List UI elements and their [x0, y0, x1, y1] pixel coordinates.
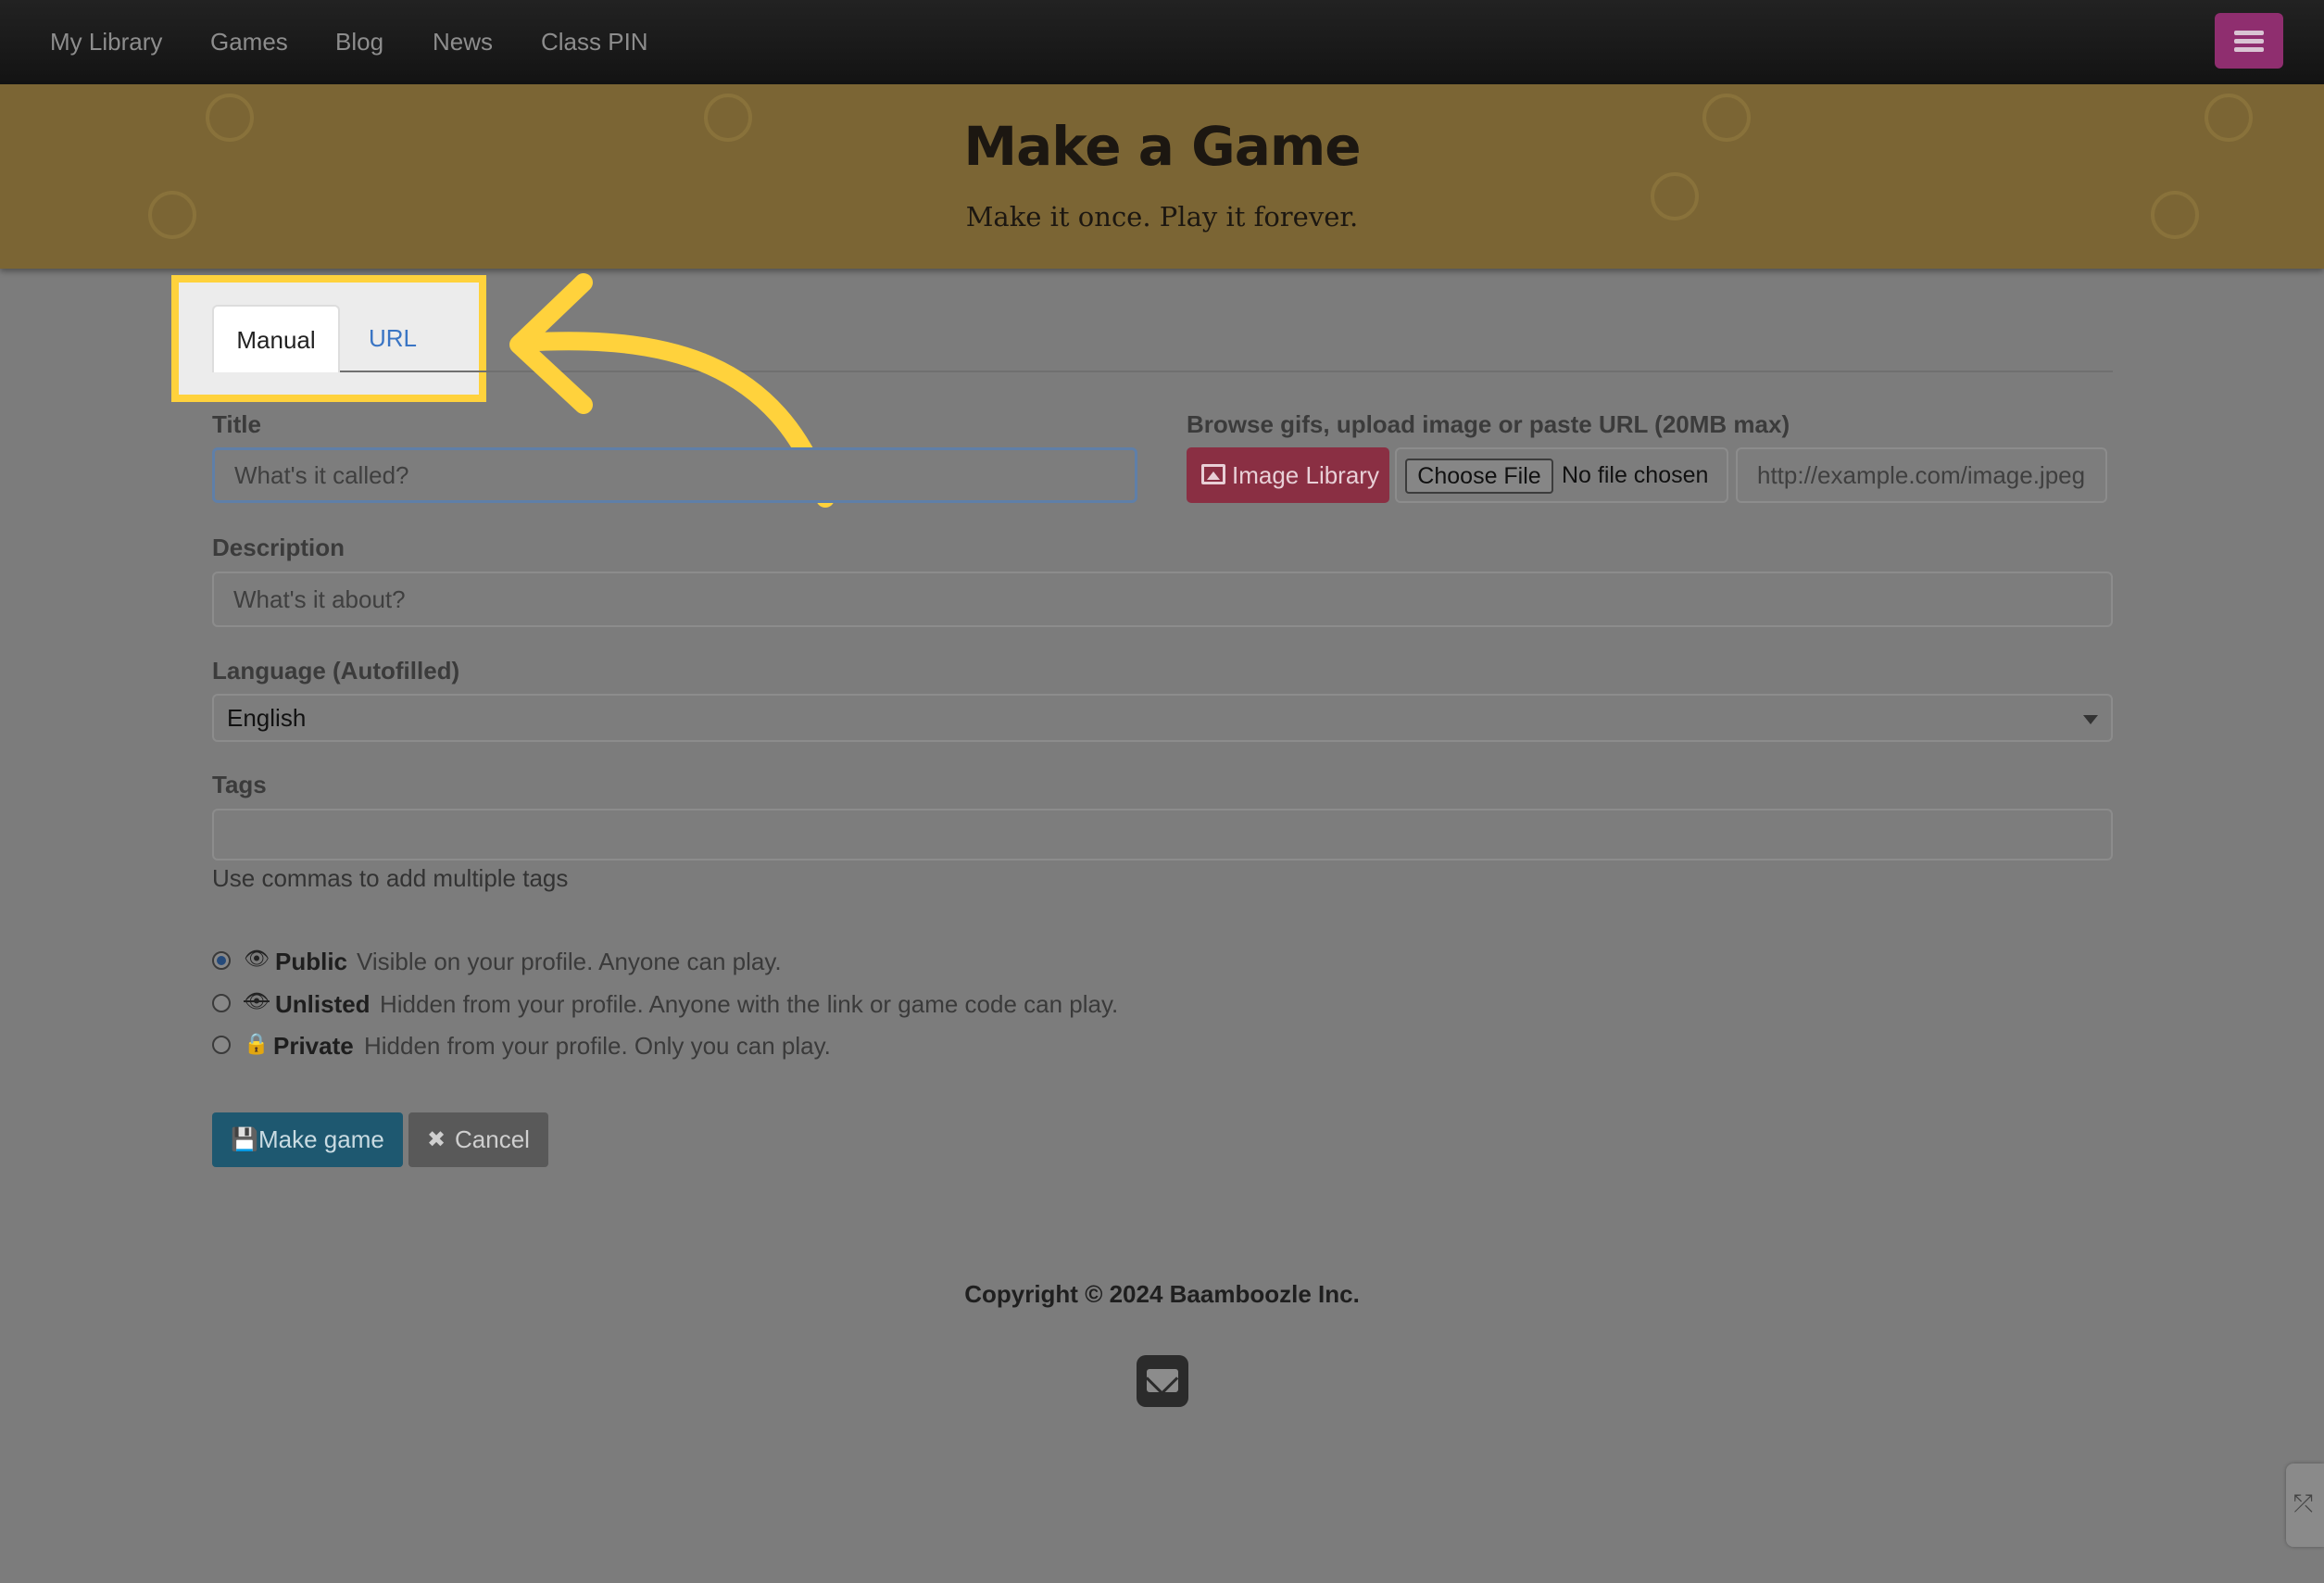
- chevron-down-icon: [2083, 715, 2098, 724]
- image-library-button[interactable]: Image Library: [1187, 447, 1389, 503]
- envelope-icon[interactable]: [1137, 1355, 1188, 1407]
- private-radio[interactable]: [212, 1036, 231, 1054]
- language-value: English: [227, 704, 307, 732]
- make-game-button[interactable]: 💾 Make game: [212, 1112, 403, 1167]
- public-description: Visible on your profile. Anyone can play…: [357, 948, 782, 975]
- save-icon: 💾: [231, 1127, 258, 1152]
- image-library-label: Image Library: [1232, 461, 1379, 489]
- unlisted-radio[interactable]: [212, 994, 231, 1012]
- eye-slash-icon: 👁: [244, 989, 270, 1012]
- image-label: Browse gifs, upload image or paste URL (…: [1187, 410, 1790, 438]
- copyright-text: Copyright © 2024 Baamboozle Inc.: [964, 1280, 1360, 1308]
- cancel-button[interactable]: ✖ Cancel: [408, 1112, 548, 1167]
- cancel-label: Cancel: [455, 1125, 530, 1153]
- make-game-label: Make game: [258, 1125, 384, 1153]
- choose-file-button[interactable]: Choose File: [1405, 459, 1553, 494]
- lock-icon: 🔒: [244, 1032, 270, 1055]
- public-label: Public: [275, 948, 348, 975]
- description-label: Description: [212, 534, 345, 561]
- tags-label: Tags: [212, 771, 267, 798]
- language-label: Language (Autofilled): [212, 657, 460, 685]
- unlisted-description: Hidden from your profile. Anyone with th…: [380, 990, 1119, 1018]
- eye-icon: 👁: [244, 947, 270, 970]
- side-widget[interactable]: ⤱: [2286, 1464, 2324, 1547]
- description-input[interactable]: What's it about?: [212, 572, 2113, 627]
- close-icon: ✖: [427, 1127, 446, 1152]
- tags-help-text: Use commas to add multiple tags: [212, 864, 569, 892]
- private-label: Private: [273, 1032, 354, 1060]
- title-label: Title: [212, 410, 261, 438]
- file-upload: Choose File No file chosen: [1395, 447, 1728, 503]
- annotation-arrow-icon: [509, 273, 835, 508]
- unlisted-label: Unlisted: [275, 990, 371, 1018]
- no-file-text: No file chosen: [1562, 462, 1709, 488]
- image-icon: [1201, 464, 1225, 484]
- private-description: Hidden from your profile. Only you can p…: [364, 1032, 831, 1060]
- public-radio[interactable]: [212, 951, 231, 970]
- image-url-input[interactable]: http://example.com/image.jpeg: [1736, 447, 2107, 503]
- language-select[interactable]: English: [212, 694, 2113, 742]
- title-input[interactable]: What's it called?: [212, 447, 1137, 503]
- widget-icon: ⤱: [2293, 1489, 2313, 1517]
- tags-input[interactable]: [212, 809, 2113, 861]
